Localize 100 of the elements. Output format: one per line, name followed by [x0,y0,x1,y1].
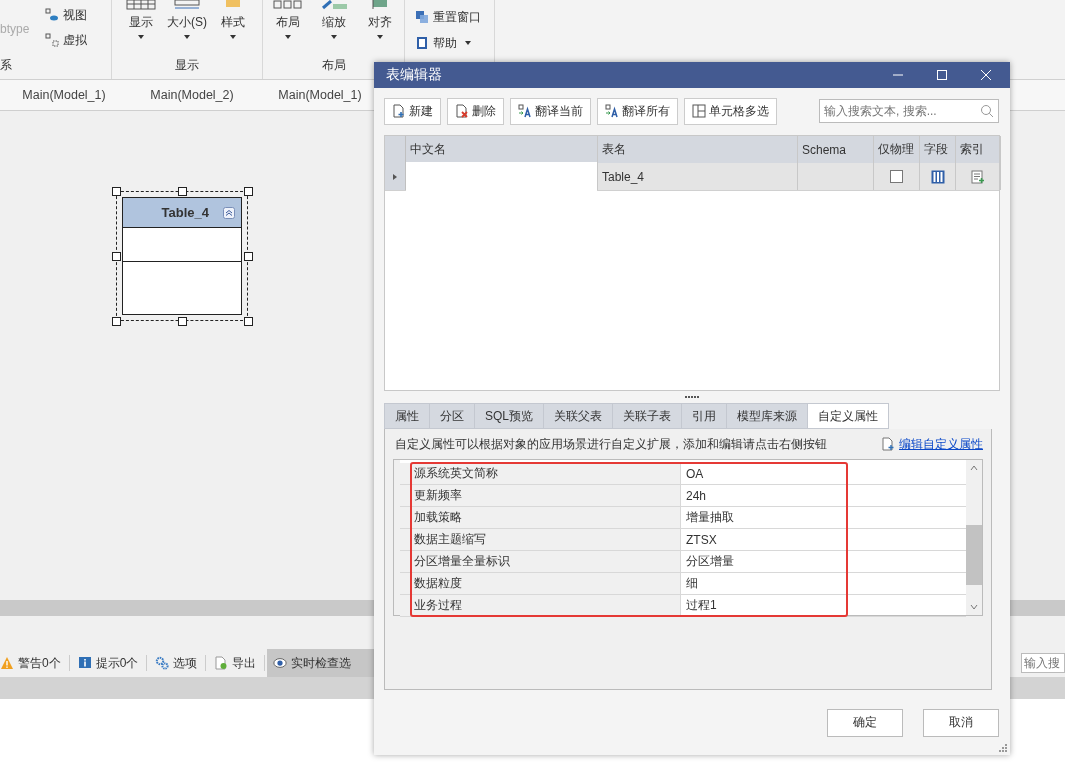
translate-icon [518,104,532,118]
window-title: 表编辑器 [386,66,442,84]
property-value[interactable]: 24h [686,488,707,503]
gears-icon [155,656,170,670]
check-bar-button[interactable]: 选项 [149,649,204,677]
toolbar-button[interactable]: 删除 [447,97,504,125]
caret-icon [230,35,236,39]
eye-node-icon [45,8,59,22]
property-value[interactable]: OA [686,466,704,481]
search-field[interactable]: 输入搜 [1021,653,1065,673]
search-field[interactable]: 输入搜索文本, 搜索... [819,99,999,123]
resize-handle[interactable] [112,317,121,326]
property-value[interactable]: 分区增量 [686,553,734,570]
boxes-icon [272,0,303,10]
resize-handle[interactable] [244,317,253,326]
group-label: 显示 [175,57,199,74]
document-tab[interactable]: Main(Model_1) [0,88,128,102]
property-name: 更新频率 [414,487,462,504]
group-label: 布局 [321,57,346,74]
search-icon[interactable] [980,104,994,118]
maximize-icon[interactable] [936,69,948,81]
toolbar-button[interactable]: 翻译所有 [597,97,678,125]
export-document-icon [214,656,229,670]
property-name: 业务过程 [414,597,462,614]
ribbon-button[interactable]: 布局 [267,0,308,39]
dialog-button[interactable]: 确定 [827,708,903,737]
dialog-button[interactable]: 取消 [923,708,999,737]
resize-handle[interactable] [178,187,187,196]
property-value[interactable]: 过程1 [686,597,717,614]
property-value[interactable]: ZTSX [686,532,717,547]
resize-handle[interactable] [244,187,253,196]
ribbon-button[interactable]: 显示 [121,0,161,39]
tab[interactable]: 关联父表 [543,403,613,429]
property-name: 数据粒度 [414,575,462,592]
ribbon-button[interactable]: 样式 [213,0,253,39]
ribbon-button[interactable]: 大小(S) [167,0,207,39]
table-cell: Table_4 [598,163,798,190]
windows-icon [415,10,429,24]
description-text: 自定义属性可以根据对象的应用场景进行自定义扩展，添加和编辑请点击右侧按钮 [394,435,828,453]
caret-icon [376,35,383,39]
columns-icon[interactable] [930,169,945,184]
document-plus-icon [392,104,406,118]
warning-icon [0,656,14,670]
edit-link[interactable]: 编辑自定义属性 [899,435,983,453]
toolbar-button[interactable]: 新建 [384,97,441,125]
ribbon-button[interactable]: 视图 [45,4,111,26]
ribbon-button[interactable]: 缩放 [313,0,354,39]
property-name: 分区增量全量标识 [414,553,510,570]
toolbar-button[interactable]: 翻译当前 [510,97,591,125]
check-bar-button[interactable]: 提示0个 [71,649,145,677]
tab[interactable]: 关联子表 [612,403,682,429]
caret-icon [465,41,471,45]
table-node[interactable]: Table_4 [122,197,242,315]
ribbon-button[interactable]: 帮助 [415,32,471,54]
dashed-nodes-icon [45,33,59,47]
cells-icon [692,104,706,118]
translate-icon [605,104,619,118]
caret-icon [184,35,190,39]
table-title: Table_4 [161,205,209,220]
eye-icon [273,656,288,670]
row-indicator-icon [393,173,397,180]
property-name: 加载策略 [414,509,462,526]
check-bar-button[interactable]: 警告0个 [0,649,67,677]
caret-icon [330,35,337,39]
property-name: 源系统英文简称 [414,465,498,482]
resize-handle[interactable] [244,252,253,261]
group-label: 系 [0,57,12,74]
toolbar-button[interactable]: 单元格多选 [684,97,777,125]
document-tab[interactable]: Main(Model_1) [256,88,384,102]
grid-icon [126,0,156,10]
checkbox[interactable] [890,170,903,183]
tab[interactable]: 模型库来源 [726,403,808,429]
list-plus-icon[interactable] [971,169,985,184]
property-value[interactable]: 增量抽取 [686,509,734,526]
scroll-thumb[interactable] [966,525,982,585]
tab[interactable]: SQL预览 [474,403,544,429]
property-name: 数据主题缩写 [414,531,486,548]
tab[interactable]: 引用 [681,403,727,429]
ribbon-button[interactable]: 重置窗口 [415,6,481,28]
document-x-icon [455,104,469,118]
resize-handle[interactable] [178,317,187,326]
resize-frame-icon [172,0,202,10]
check-bar-button[interactable]: 导出 [208,649,263,677]
caret-icon [138,35,144,39]
resize-handle[interactable] [112,187,121,196]
document-tab[interactable]: Main(Model_2) [128,88,256,102]
collapse-icon[interactable] [223,206,235,219]
scrollbar[interactable] [966,460,982,615]
ribbon-button[interactable]: 对齐 [359,0,400,39]
ribbon-button[interactable]: 虚拟 [45,29,111,51]
tab[interactable]: 自定义属性 [807,403,889,429]
tab[interactable]: 分区 [429,403,475,429]
resize-handle[interactable] [112,252,121,261]
tab[interactable]: 属性 [384,403,430,429]
close-icon[interactable] [980,69,992,81]
info-icon [77,656,92,670]
property-value[interactable]: 细 [686,575,698,592]
caret-icon [284,35,291,39]
resize-grip-icon[interactable] [998,743,1008,753]
cell-input[interactable] [406,162,597,191]
